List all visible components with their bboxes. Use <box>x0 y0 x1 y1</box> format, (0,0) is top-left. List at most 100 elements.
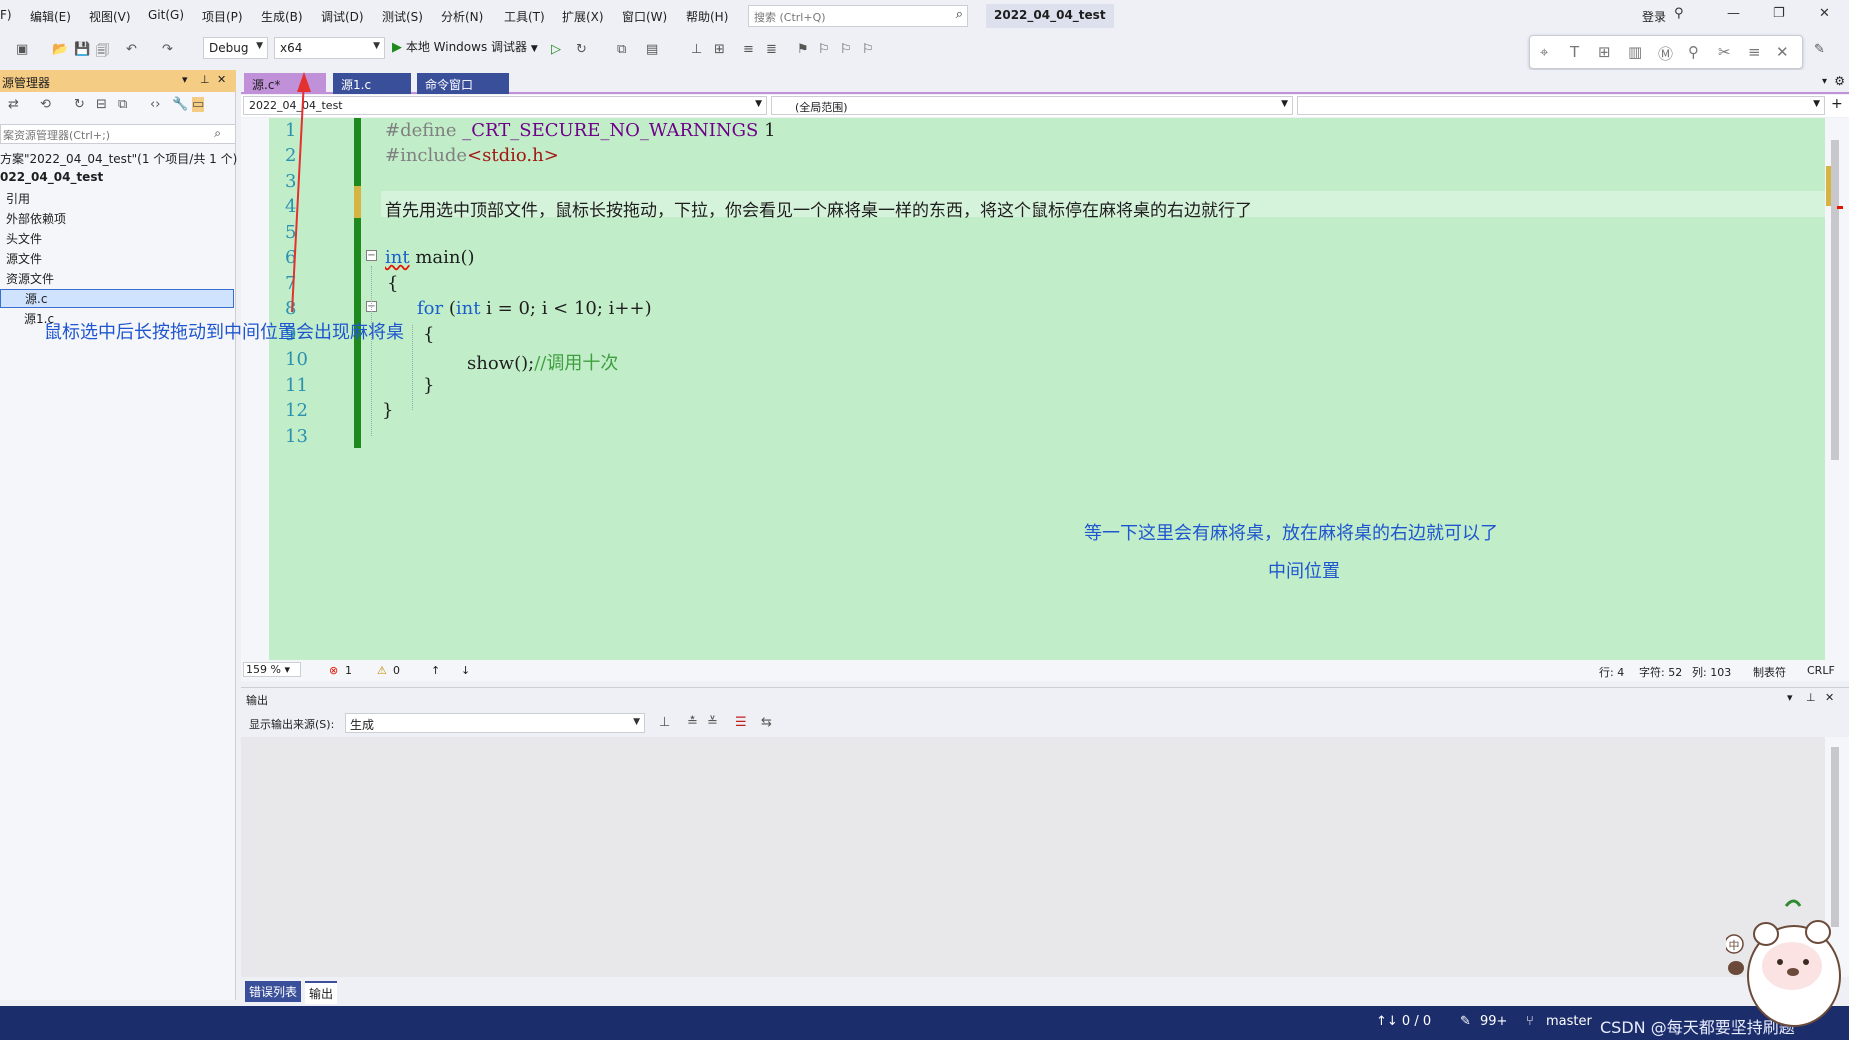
solution-search-input[interactable]: 案资源管理器(Ctrl+;) ⌕ <box>0 124 236 144</box>
collapse-icon[interactable]: ⊟ <box>96 97 107 112</box>
references-node[interactable]: 引用 <box>6 190 30 207</box>
bookmark-icon[interactable]: ⚑ <box>797 42 809 57</box>
clear-all-icon[interactable]: ☰ <box>735 715 747 730</box>
menu-tools[interactable]: 工具(T) <box>504 8 545 25</box>
collapse-icon[interactable]: − <box>366 250 377 261</box>
menu-test[interactable]: 测试(S) <box>382 8 423 25</box>
pending-changes[interactable]: 99+ <box>1480 1014 1507 1029</box>
prev-message-icon[interactable]: ≛ <box>687 715 698 730</box>
output-source-select[interactable]: 生成 ▼ <box>345 713 645 733</box>
preview-icon[interactable]: ▭ <box>192 97 205 112</box>
scope-dropdown[interactable]: (全局范围) ▼ <box>771 96 1293 115</box>
next-message-icon[interactable]: ≚ <box>707 715 718 730</box>
close-icon[interactable]: ✕ <box>1776 43 1789 61</box>
menu-edit[interactable]: 编辑(E) <box>30 8 71 25</box>
minimize-icon[interactable]: — <box>1727 6 1740 21</box>
find-message-icon[interactable]: ⊥ <box>659 715 670 730</box>
project-node[interactable]: 022_04_04_test <box>0 170 103 184</box>
prev-bookmark-icon[interactable]: ⚐ <box>818 42 830 57</box>
header-files-node[interactable]: 头文件 <box>6 230 42 247</box>
code-icon[interactable]: ‹› <box>150 97 160 112</box>
pin-icon[interactable]: ⌖ <box>1540 43 1548 61</box>
history-icon[interactable]: ⟲ <box>40 97 51 112</box>
tab-command-window[interactable]: 命令窗口 <box>417 73 509 94</box>
undo-icon[interactable]: ↶ <box>126 42 137 57</box>
text-tool-icon[interactable]: T <box>1570 43 1579 61</box>
external-deps-node[interactable]: 外部依赖项 <box>6 210 66 227</box>
close-icon[interactable]: ✕ <box>217 73 226 86</box>
window-layout-icon[interactable]: ▤ <box>646 42 658 57</box>
search-input[interactable]: 搜索 (Ctrl+Q) ⌕ <box>748 5 968 27</box>
align-icon[interactable]: ⊥ <box>691 42 702 57</box>
redo-icon[interactable]: ↷ <box>162 42 173 57</box>
tab-output[interactable]: 输出 <box>305 981 338 1004</box>
menu-window[interactable]: 窗口(W) <box>622 8 667 25</box>
clear-bookmark-icon[interactable]: ⚐ <box>862 42 874 57</box>
save-all-icon[interactable]: 🗐 <box>96 42 109 64</box>
sync-icon[interactable]: ⇄ <box>8 97 19 112</box>
line-ending[interactable]: CRLF <box>1807 664 1835 677</box>
account-icon[interactable]: ⚲ <box>1674 6 1684 21</box>
tab-source1-c[interactable]: 源1.c <box>333 73 411 94</box>
editor-scrollbar[interactable] <box>1825 118 1849 660</box>
tab-error-list[interactable]: 错误列表 <box>245 981 302 1002</box>
menu-debug[interactable]: 调试(D) <box>321 8 364 25</box>
menu-file[interactable]: F) <box>0 8 12 22</box>
zoom-icon[interactable]: ⚲ <box>1688 43 1699 61</box>
login-link[interactable]: 登录 <box>1642 8 1666 25</box>
start-without-debug-icon[interactable]: ▷ <box>551 42 561 57</box>
save-icon[interactable]: 💾 <box>74 42 90 57</box>
mosaic-icon[interactable]: Ⓜ <box>1658 43 1673 64</box>
project-dropdown[interactable]: 2022_04_04_test ▼ <box>243 96 767 115</box>
new-item-icon[interactable]: ▣ <box>16 42 28 57</box>
cut-icon[interactable]: ✂ <box>1718 43 1731 61</box>
wrench-icon[interactable]: 🔧 <box>172 97 188 112</box>
code-editor[interactable]: 1 2 3 4 5 6 7 8 9 10 11 12 13 − − #defin… <box>241 118 1825 660</box>
file-node-source-c[interactable]: 源.c <box>0 289 234 308</box>
output-content[interactable] <box>241 737 1825 977</box>
browser-link-icon[interactable]: ⧉ <box>617 42 626 57</box>
menu-extensions[interactable]: 扩展(X) <box>562 8 604 25</box>
menu-icon[interactable]: ≡ <box>1748 43 1761 61</box>
menu-git[interactable]: Git(G) <box>148 8 184 22</box>
chevron-down-icon[interactable]: ▾ <box>1787 691 1793 704</box>
feedback-icon[interactable]: ✎ <box>1814 42 1825 57</box>
chevron-down-icon[interactable]: ▾ <box>1822 76 1827 87</box>
indent-mode[interactable]: 制表符 <box>1753 664 1786 680</box>
menu-analyze[interactable]: 分析(N) <box>441 8 483 25</box>
member-dropdown[interactable]: ▼ <box>1297 96 1825 115</box>
columns-icon[interactable]: ▥ <box>1628 43 1642 61</box>
uncomment-icon[interactable]: ≣ <box>766 42 777 57</box>
platform-select[interactable]: x64 ▼ <box>274 37 385 59</box>
gear-icon[interactable]: ⚙ <box>1834 74 1845 88</box>
warning-icon[interactable]: ⚠ <box>377 664 387 677</box>
next-bookmark-icon[interactable]: ⚐ <box>840 42 852 57</box>
git-branch[interactable]: master <box>1546 1014 1592 1029</box>
resource-files-node[interactable]: 资源文件 <box>6 270 54 287</box>
open-icon[interactable]: 📂 <box>52 42 68 57</box>
source-files-node[interactable]: 源文件 <box>6 250 42 267</box>
error-icon[interactable]: ⊗ <box>329 664 338 677</box>
menu-build[interactable]: 生成(B) <box>261 8 303 25</box>
config-select[interactable]: Debug ▼ <box>203 37 268 59</box>
solution-node[interactable]: 方案"2022_04_04_test"(1 个项目/共 1 个) <box>0 150 237 167</box>
refresh-icon[interactable]: ↻ <box>74 97 85 112</box>
close-icon[interactable]: ✕ <box>1825 691 1834 704</box>
hot-reload-icon[interactable]: ↻ <box>576 42 587 57</box>
comment-icon[interactable]: ≡ <box>743 42 754 57</box>
format-icon[interactable]: ⊞ <box>714 42 725 57</box>
chevron-down-icon[interactable]: ▾ <box>182 73 188 86</box>
pin-icon[interactable]: ⊥ <box>200 73 210 86</box>
run-debugger-button[interactable]: ▶ 本地 Windows 调试器 ▼ <box>392 38 538 55</box>
word-wrap-icon[interactable]: ⇆ <box>761 715 772 730</box>
grid-icon[interactable]: ⊞ <box>1598 43 1611 61</box>
arrow-down-icon[interactable]: ↓ <box>461 664 470 677</box>
close-icon[interactable]: ✕ <box>1819 6 1830 21</box>
pin-icon[interactable]: ⊥ <box>1806 691 1816 704</box>
scroll-thumb[interactable] <box>1831 140 1839 460</box>
split-icon[interactable]: + <box>1831 96 1843 112</box>
push-pull-count[interactable]: ↑↓ 0 / 0 <box>1376 1014 1431 1029</box>
menu-view[interactable]: 视图(V) <box>89 8 131 25</box>
restore-icon[interactable]: ❐ <box>1773 6 1785 21</box>
zoom-select[interactable]: 159 % ▾ <box>243 662 301 677</box>
